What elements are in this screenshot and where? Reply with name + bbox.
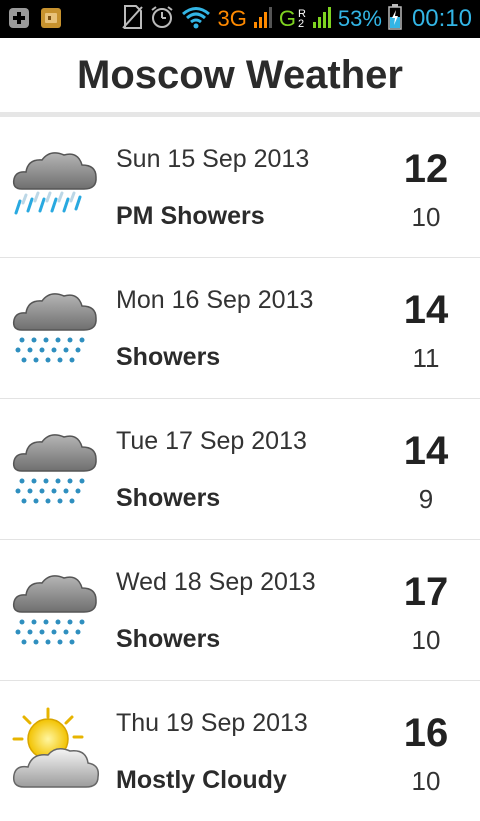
alarm-icon	[149, 4, 175, 35]
forecast-row[interactable]: Wed 18 Sep 2013 Showers 17 10	[0, 540, 480, 681]
forecast-condition: Showers	[116, 343, 221, 371]
showers-icon	[8, 566, 102, 652]
forecast-row[interactable]: Thu 19 Sep 2013 Mostly Cloudy 16 10	[0, 681, 480, 821]
carrier-letter: G	[278, 6, 296, 31]
forecast-row[interactable]: Tue 17 Sep 2013 Showers 14 9	[0, 399, 480, 540]
low-temperature: 11	[412, 343, 440, 373]
add-icon	[8, 7, 30, 29]
forecast-condition: Showers	[116, 484, 221, 512]
showers-icon	[8, 425, 102, 511]
forecast-date: Thu 19 Sep 2013	[116, 709, 308, 737]
forecast-row[interactable]: Sun 15 Sep 2013 PM Showers 12 10	[0, 117, 480, 258]
forecast-condition: PM Showers	[116, 202, 265, 230]
forecast-row[interactable]: Mon 16 Sep 2013 Showers 14 11	[0, 258, 480, 399]
battery-charging-icon	[388, 3, 402, 35]
forecast-condition: Mostly Cloudy	[116, 766, 287, 794]
low-temperature: 9	[418, 484, 434, 514]
status-bar: 3G G R 2 53% 00:10	[0, 0, 480, 38]
signal-icon	[253, 5, 273, 34]
high-temperature: 17	[403, 570, 449, 614]
forecast-date: Mon 16 Sep 2013	[116, 286, 314, 314]
low-temperature: 10	[411, 625, 441, 655]
high-temperature: 12	[403, 147, 449, 191]
high-temperature: 14	[403, 288, 449, 332]
forecast-date: Sun 15 Sep 2013	[116, 145, 310, 173]
forecast-date: Tue 17 Sep 2013	[116, 427, 307, 455]
clock: 00:10	[411, 5, 472, 32]
battery-percent: 53%	[337, 6, 382, 31]
mostly-cloudy-icon	[8, 707, 102, 793]
app-notification-icon	[40, 7, 62, 29]
forecast-date: Wed 18 Sep 2013	[116, 568, 316, 596]
forecast-condition: Showers	[116, 625, 221, 653]
forecast-list: Sun 15 Sep 2013 PM Showers 12 10 Mon 16 …	[0, 117, 480, 821]
no-sim-icon	[121, 4, 144, 35]
wifi-icon	[181, 5, 211, 34]
sim-indicator: R 2	[297, 9, 306, 30]
pm-showers-icon	[8, 143, 102, 229]
low-temperature: 10	[411, 202, 441, 232]
showers-icon	[8, 284, 102, 370]
low-temperature: 10	[411, 766, 441, 796]
network-type: 3G	[217, 6, 247, 31]
sim-index: 2	[297, 18, 305, 30]
page-title: Moscow Weather	[77, 52, 403, 97]
signal-icon	[312, 5, 332, 34]
high-temperature: 14	[403, 429, 449, 473]
high-temperature: 16	[403, 711, 449, 755]
